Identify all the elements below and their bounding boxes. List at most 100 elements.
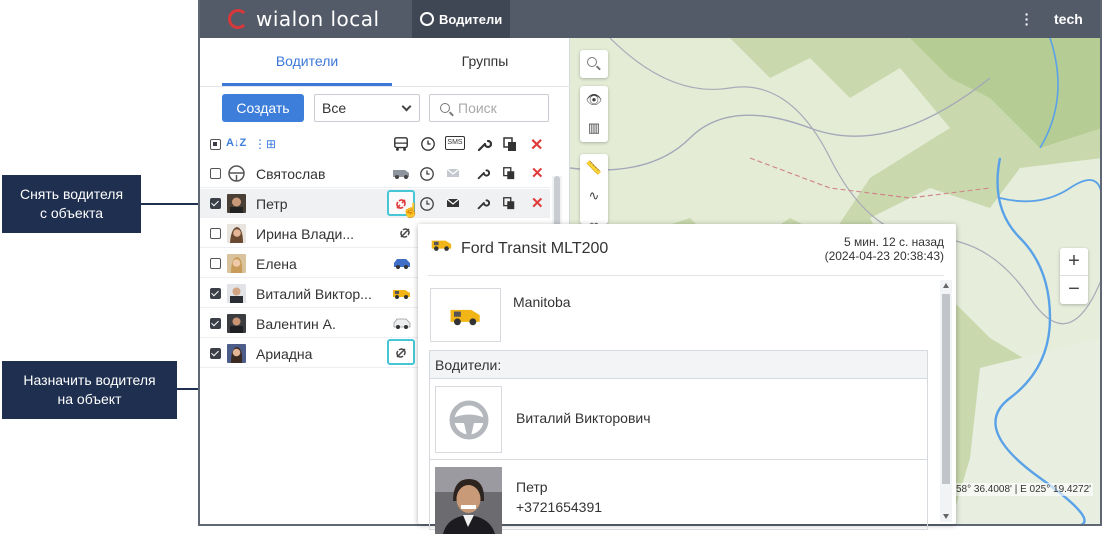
row-checkbox[interactable] bbox=[210, 258, 221, 269]
unbind-button[interactable]: ☝ bbox=[387, 190, 419, 218]
wrench-icon[interactable] bbox=[476, 196, 490, 210]
message-icon[interactable] bbox=[446, 196, 460, 210]
bind-button[interactable] bbox=[387, 339, 415, 365]
callout-assign-driver: Назначить водителя на объект bbox=[2, 361, 177, 419]
search-icon bbox=[587, 57, 597, 67]
popup-driver-name: Виталий Викторович bbox=[516, 410, 651, 426]
wrench-icon[interactable] bbox=[476, 136, 492, 152]
driver-row-svyatoslav[interactable]: Святослав ✕ bbox=[200, 159, 550, 188]
map-search-button[interactable] bbox=[580, 50, 608, 78]
yellow-van-icon bbox=[393, 290, 410, 299]
row-checkbox[interactable] bbox=[210, 228, 221, 239]
popup-scrollbar[interactable] bbox=[940, 280, 952, 522]
tab-drivers[interactable]: Водители bbox=[222, 38, 392, 86]
row-checkbox[interactable] bbox=[210, 348, 221, 359]
map-layers-group: 👁 ▥ bbox=[580, 86, 608, 142]
driver-photo bbox=[227, 254, 246, 273]
list-toolbar: A↓Z ⋮⊞ SMS ✕ bbox=[200, 132, 560, 158]
row-checkbox[interactable] bbox=[210, 168, 221, 179]
yellow-van-icon bbox=[450, 309, 480, 326]
blue-car-icon bbox=[394, 259, 410, 269]
unit-bus-icon bbox=[394, 137, 408, 151]
clock-icon[interactable] bbox=[419, 196, 435, 212]
scrollbar-thumb[interactable] bbox=[942, 294, 950, 484]
driver-name: Елена bbox=[256, 256, 297, 272]
driver-photo bbox=[227, 314, 246, 333]
scroll-up-arrow[interactable] bbox=[943, 283, 949, 288]
steering-wheel-icon bbox=[449, 400, 489, 440]
driver-photo bbox=[227, 194, 246, 213]
copy-icon[interactable] bbox=[502, 136, 518, 152]
driver-name: Петр bbox=[256, 196, 288, 212]
wrench-icon[interactable] bbox=[476, 166, 490, 180]
create-button[interactable]: Создать bbox=[222, 94, 304, 122]
driver-row-petr[interactable]: Петр ☝ ✕ bbox=[200, 189, 550, 218]
copy-icon[interactable] bbox=[502, 196, 516, 210]
filter-select[interactable]: Все bbox=[314, 94, 420, 122]
steering-wheel-icon bbox=[228, 165, 245, 182]
driver-name: Ариадна bbox=[256, 346, 313, 362]
drivers-section-title: Водители: bbox=[430, 351, 927, 379]
message-icon bbox=[446, 168, 460, 177]
driver-name: Ирина Влади... bbox=[256, 226, 355, 242]
clock-icon[interactable] bbox=[419, 166, 435, 182]
row-checkbox[interactable] bbox=[210, 288, 221, 299]
driver-photo-image bbox=[435, 467, 502, 534]
delete-icon[interactable]: ✕ bbox=[531, 194, 544, 212]
route-button[interactable]: ∿ bbox=[580, 182, 608, 210]
nav-drivers-label: Водители bbox=[439, 11, 503, 27]
bind-icon[interactable] bbox=[395, 226, 415, 240]
sort-az-icon[interactable]: A↓Z bbox=[226, 137, 246, 153]
copy-icon[interactable] bbox=[502, 166, 516, 180]
zoom-out-button[interactable]: − bbox=[1060, 276, 1088, 304]
map-layers-button[interactable]: ▥ bbox=[580, 114, 608, 142]
row-checkbox[interactable] bbox=[210, 318, 221, 329]
unit-popup: Ford Transit MLT200 5 мин. 12 с. назад (… bbox=[418, 224, 956, 534]
callout-remove-line1: Снять водителя bbox=[19, 186, 124, 202]
visibility-button[interactable]: 👁 bbox=[580, 86, 608, 114]
popup-driver-item: Виталий Викторович bbox=[430, 380, 927, 460]
white-car-icon bbox=[393, 318, 411, 329]
yellow-van-icon bbox=[431, 240, 452, 251]
select-all-checkbox[interactable] bbox=[210, 139, 221, 150]
delete-icon[interactable]: ✕ bbox=[531, 164, 544, 182]
callout-assign-line1: Назначить водителя bbox=[23, 372, 156, 388]
tools-icon: ∞ bbox=[589, 216, 599, 225]
driver-photo bbox=[227, 284, 246, 303]
scroll-down-arrow[interactable] bbox=[943, 514, 949, 519]
map-tools-group: 📏 ∿ ∞ bbox=[580, 154, 608, 224]
route-icon: ∿ bbox=[588, 188, 600, 203]
unit-location: Manitoba bbox=[513, 294, 571, 310]
ruler-button[interactable]: 📏 bbox=[580, 154, 608, 182]
search-icon bbox=[440, 103, 450, 113]
tab-groups[interactable]: Группы bbox=[400, 38, 570, 86]
callout-remove-driver: Снять водителя с объекта bbox=[2, 175, 141, 233]
driver-name: Святослав bbox=[256, 166, 326, 182]
chevron-down-icon bbox=[401, 101, 412, 112]
unit-name: Ford Transit MLT200 bbox=[461, 240, 609, 257]
bind-icon bbox=[396, 348, 406, 358]
logo-text: wialon local bbox=[256, 7, 380, 31]
group-tree-icon[interactable]: ⋮⊞ bbox=[254, 137, 276, 153]
driver-avatar bbox=[435, 386, 502, 453]
row-checkbox[interactable] bbox=[210, 198, 221, 209]
search-box[interactable] bbox=[429, 94, 549, 122]
more-menu-icon[interactable]: · · · bbox=[1024, 7, 1030, 31]
clock-icon[interactable] bbox=[419, 136, 437, 152]
steering-wheel-icon bbox=[420, 12, 434, 26]
map-icon: ▥ bbox=[587, 120, 601, 135]
popup-driver-phone: +3721654391 bbox=[516, 499, 603, 515]
wialon-logo-icon bbox=[228, 9, 248, 29]
nav-drivers[interactable]: Водители bbox=[412, 0, 510, 38]
more-tools-button[interactable]: ∞ bbox=[580, 210, 608, 225]
user-name[interactable]: tech bbox=[1054, 11, 1083, 27]
sms-icon[interactable]: SMS bbox=[445, 136, 465, 150]
eye-icon: 👁 bbox=[585, 92, 603, 107]
last-message-timestamp: (2024-04-23 20:38:43) bbox=[824, 249, 944, 263]
zoom-in-button[interactable]: + bbox=[1060, 248, 1088, 276]
delete-icon[interactable]: ✕ bbox=[530, 135, 543, 154]
callout-assign-line2: на объект bbox=[57, 391, 122, 407]
map-coordinates: 58° 36.4008' | E 025° 19.4272' bbox=[954, 483, 1094, 496]
driver-photo bbox=[227, 224, 246, 243]
search-input[interactable] bbox=[458, 100, 544, 116]
